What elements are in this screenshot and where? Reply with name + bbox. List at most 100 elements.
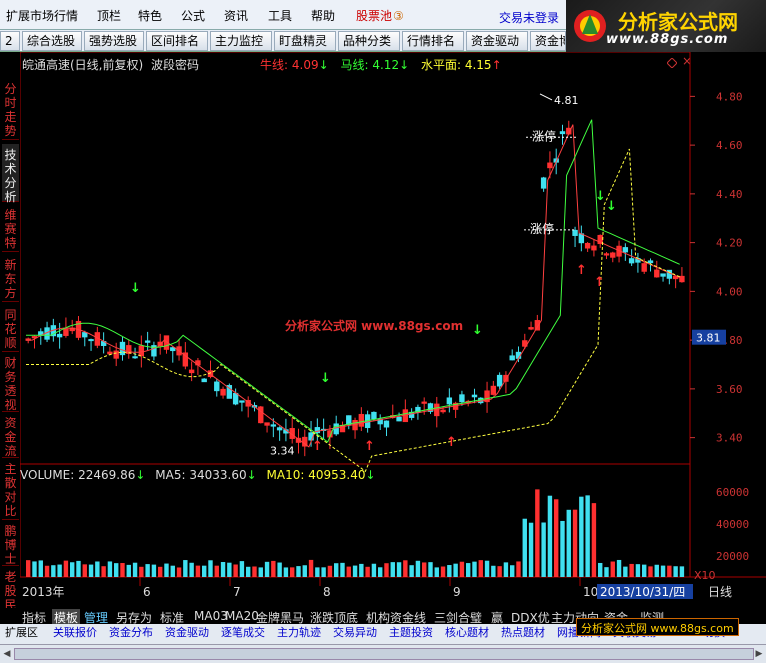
volume-bar	[428, 562, 433, 577]
limit-label: 涨停	[532, 128, 556, 143]
volume-bar	[359, 563, 364, 577]
status-logo: 分析家公式网 www.88gs.com	[576, 618, 739, 636]
tab-finance[interactable]: 财务透视	[2, 354, 19, 412]
status-extend[interactable]: 扩展区	[2, 625, 41, 643]
toolbar-stock-screen-button[interactable]: 综合选股	[22, 31, 82, 51]
candle-body	[666, 269, 673, 279]
menu-tools[interactable]: 工具	[268, 7, 292, 24]
candle-body	[584, 242, 591, 249]
toolbar-watch-button[interactable]: 盯盘精灵	[274, 31, 336, 51]
volume-bar	[220, 562, 226, 577]
ma-line	[26, 119, 680, 443]
horizontal-scrollbar[interactable]: ◀ ▶	[0, 644, 766, 663]
volume-bar	[139, 566, 144, 577]
toolbar-strong-screen-button[interactable]: 强势选股	[84, 31, 144, 51]
toolbar-main-monitor-button[interactable]: 主力监控	[210, 31, 272, 51]
status-fund-dist[interactable]: 资金分布	[106, 625, 156, 643]
volume-bar	[145, 564, 150, 577]
toolbar-category-button[interactable]: 品种分类	[338, 31, 400, 51]
candle-body	[214, 381, 220, 392]
menu-expand-market[interactable]: 扩展市场行情	[6, 7, 78, 24]
date-month-label: 10	[583, 585, 598, 599]
toolbar-quote-rank-button[interactable]: 行情排名	[402, 31, 464, 51]
candle-body	[610, 252, 616, 258]
tab-weisaite[interactable]: 维赛特	[2, 204, 19, 252]
buy-signal-icon: ↓	[595, 189, 606, 204]
tab-technical[interactable]: 技术分析	[2, 144, 19, 204]
scroll-left-icon[interactable]: ◀	[1, 647, 13, 661]
volume-bar	[95, 561, 100, 577]
candle-body	[578, 233, 585, 244]
volume-bar	[629, 563, 634, 577]
volume-bar	[422, 562, 427, 577]
menu-formula[interactable]: 公式	[181, 7, 205, 24]
price-chart[interactable]: 4.804.604.404.204.003.803.603.403.814.81…	[20, 52, 766, 622]
sell-signal-icon: ↑	[576, 263, 587, 278]
status-hot-theme[interactable]: 热点题材	[498, 625, 548, 643]
toolbar-fund-drive-button[interactable]: 资金驱动	[466, 31, 528, 51]
status-linked-quote[interactable]: 关联报价	[50, 625, 100, 643]
tab-fund-flow[interactable]: 资金流	[2, 414, 19, 458]
tab-intraday[interactable]: 分时走势	[2, 54, 19, 140]
volume-bar	[290, 567, 295, 577]
status-tick-trade[interactable]: 逐笔成交	[218, 625, 268, 643]
candle-body	[358, 413, 365, 427]
tab-tonghuashun[interactable]: 同花顺	[2, 304, 19, 352]
chart-area[interactable]: 皖通高速(日线,前复权) 波段密码 牛线: 4.09↓ 马线: 4.12↓ 水平…	[20, 52, 766, 622]
volume-bar	[327, 565, 333, 577]
menu-feature[interactable]: 特色	[138, 7, 162, 24]
volume-bar	[572, 509, 578, 577]
volume-tick-label: 20000	[716, 550, 749, 563]
volume-bar	[516, 561, 521, 577]
chart-watermark: 分析家公式网 www.88gs.com	[285, 318, 463, 333]
candle-body	[107, 351, 113, 355]
menu-stock-pool[interactable]: 股票池③	[356, 7, 404, 24]
high-pointer	[539, 93, 553, 101]
scroll-thumb[interactable]	[14, 648, 754, 660]
login-status[interactable]: 交易未登录	[499, 9, 559, 26]
candle-body	[82, 332, 88, 338]
candle-body	[396, 416, 402, 422]
toolbar-range-rank-button[interactable]: 区间排名	[146, 31, 208, 51]
toolbar-fund-more-button[interactable]: 资金博	[530, 31, 566, 51]
volume-bar	[227, 562, 232, 577]
volume-label: VOLUME:	[20, 468, 75, 482]
tab-old-investor[interactable]: 老股民	[2, 568, 19, 612]
volume-bar	[667, 565, 672, 577]
volume-bar	[635, 564, 641, 577]
tab-main-retail[interactable]: 主散对比	[2, 460, 19, 520]
volume-bar	[233, 564, 238, 577]
scroll-right-icon[interactable]: ▶	[753, 647, 765, 661]
buy-signal-icon: ↓	[606, 199, 617, 214]
volume-bar	[101, 566, 106, 577]
volume-bar	[396, 562, 402, 577]
status-main-track[interactable]: 主力轨迹	[274, 625, 324, 643]
toolbar-number-button[interactable]: 2	[0, 31, 20, 51]
btab-ma03[interactable]: MA03	[194, 609, 228, 623]
status-core-theme[interactable]: 核心题材	[442, 625, 492, 643]
candle-body	[459, 394, 465, 403]
tab-xindongfang[interactable]: 新东方	[2, 254, 19, 302]
volume-bar	[32, 561, 37, 577]
tab-pengboshi[interactable]: 鹏博士	[2, 522, 19, 566]
status-theme-invest[interactable]: 主题投资	[386, 625, 436, 643]
volume-bar	[183, 560, 188, 577]
volume-bar	[598, 562, 603, 577]
logo-emblem-icon	[574, 10, 606, 42]
btab-ma20[interactable]: MA20	[225, 609, 259, 623]
volume-bar	[346, 566, 351, 577]
status-fund-drive[interactable]: 资金驱动	[162, 625, 212, 643]
menu-news[interactable]: 资讯	[224, 7, 248, 24]
volume-tick-label: 40000	[716, 518, 749, 531]
ma5-arrow: ↓	[246, 468, 257, 482]
candle-body	[333, 423, 339, 435]
left-tab-bar: 分时走势 技术分析 维赛特 新东方 同花顺 财务透视 资金流 主散对比 鹏博士 …	[0, 52, 20, 622]
volume-bar	[591, 503, 597, 577]
candle-body	[559, 131, 566, 135]
menu-help[interactable]: 帮助	[311, 7, 335, 24]
candle-body	[258, 406, 264, 424]
menu-top[interactable]: 顶栏	[97, 7, 121, 24]
volume-bar	[132, 562, 138, 577]
buy-signal-icon: ↓	[130, 281, 141, 296]
status-trade-anomaly[interactable]: 交易异动	[330, 625, 380, 643]
